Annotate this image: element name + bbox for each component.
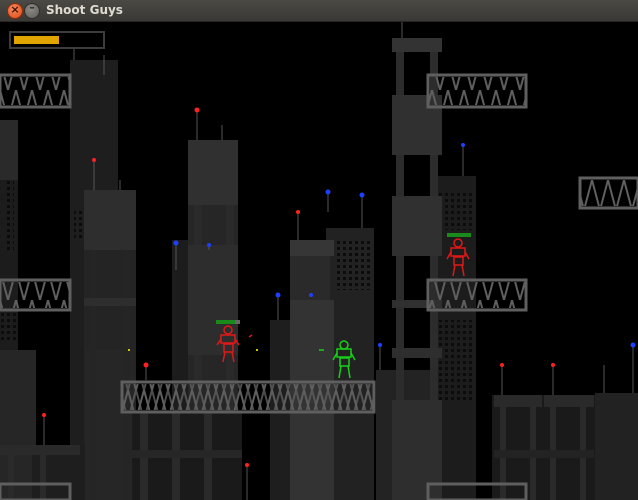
close-icon: ×: [10, 3, 20, 16]
health-bar: [9, 31, 105, 49]
girder-platform: [426, 278, 528, 312]
minimize-icon: –: [29, 1, 35, 14]
minimize-button[interactable]: –: [24, 1, 40, 19]
window-titlebar: × – Shoot Guys: [0, 0, 638, 22]
girder-platform: [426, 73, 528, 109]
close-button[interactable]: ×: [7, 3, 23, 19]
girder-platform: [578, 176, 638, 210]
girder-platform: [0, 73, 72, 109]
health-bar-fill: [14, 36, 59, 44]
game-scene: [0, 22, 638, 500]
girder-platform: [0, 278, 72, 312]
window-title: Shoot Guys: [46, 3, 123, 17]
girder-platform-main: [120, 380, 376, 414]
